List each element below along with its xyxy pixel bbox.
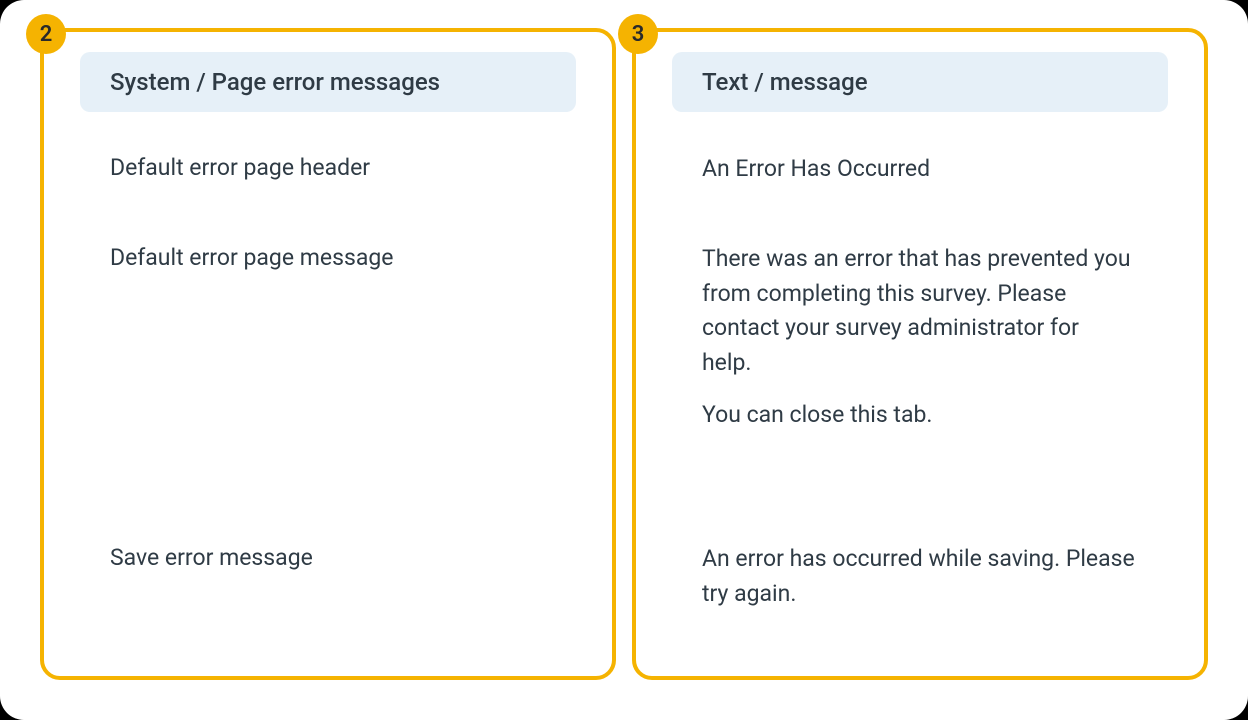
- panel-header-right: Text / message: [672, 52, 1168, 112]
- page-container: 2 System / Page error messages Default e…: [0, 0, 1248, 720]
- text-error-occurred: An Error Has Occurred: [702, 152, 1138, 187]
- step-badge-2: 2: [26, 14, 66, 54]
- label-default-error-message: Default error page message: [110, 242, 546, 273]
- row-default-error-message: Default error page message: [80, 242, 576, 542]
- label-save-error-message: Save error message: [110, 542, 546, 573]
- panel-header-left: System / Page error messages: [80, 52, 576, 112]
- text-error-detail-main: There was an error that has prevented yo…: [702, 242, 1132, 380]
- step-badge-3: 3: [618, 14, 658, 54]
- text-save-error: An error has occurred while saving. Plea…: [702, 542, 1138, 611]
- row-text-error-detail: There was an error that has prevented yo…: [672, 242, 1168, 542]
- text-error-detail-close: You can close this tab.: [702, 398, 1138, 433]
- panel-system-messages: 2 System / Page error messages Default e…: [40, 28, 616, 680]
- row-save-error-message: Save error message: [80, 542, 576, 573]
- panel-text-message: 3 Text / message An Error Has Occurred T…: [632, 28, 1208, 680]
- row-text-save-error: An error has occurred while saving. Plea…: [672, 542, 1168, 611]
- row-default-error-header: Default error page header: [80, 152, 576, 242]
- row-text-error-occurred: An Error Has Occurred: [672, 152, 1168, 242]
- label-default-error-header: Default error page header: [110, 152, 546, 183]
